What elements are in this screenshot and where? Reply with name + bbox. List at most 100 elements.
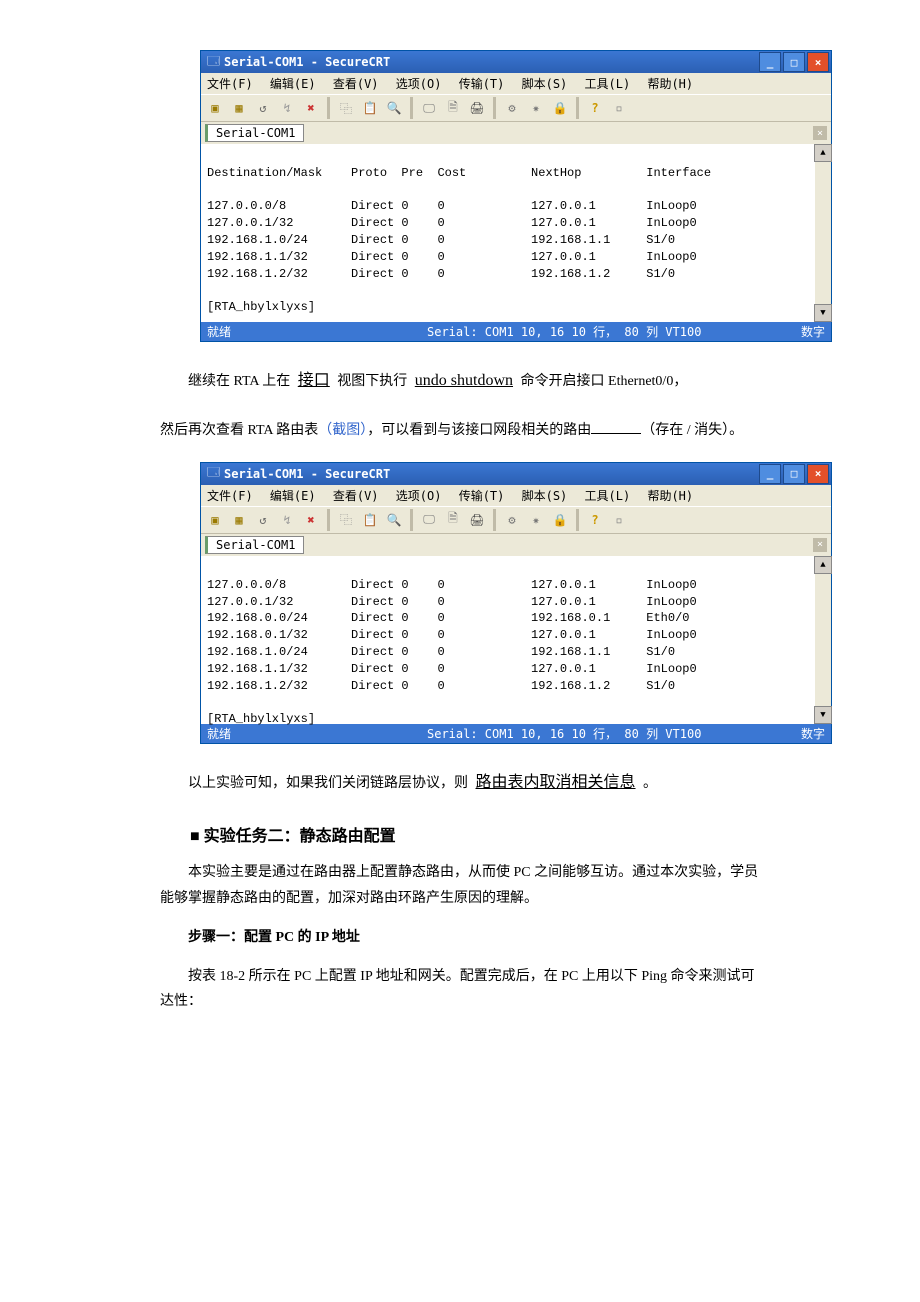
task-2-p1: 本实验主要是通过在路由器上配置静态路由，从而使 PC 之间能够互访。通过本次实验… xyxy=(160,860,760,910)
fill-in-3: 路由表内取消相关信息 xyxy=(472,774,640,791)
print-icon[interactable]: 🖨 xyxy=(467,98,487,118)
text: 视图下执行 xyxy=(337,374,407,389)
maximize-button[interactable]: □ xyxy=(783,52,805,72)
terminal-line: 192.168.1.1/32 Direct 0 0 127.0.0.1 InLo… xyxy=(207,662,697,676)
terminal-output[interactable]: 127.0.0.0/8 Direct 0 0 127.0.0.1 InLoop0… xyxy=(201,556,831,724)
titlebar[interactable]: 🗔 Serial-COM1 - SecureCRT _ □ × xyxy=(201,463,831,485)
separator-icon xyxy=(576,97,579,119)
help-icon[interactable]: ? xyxy=(585,510,605,530)
separator-icon xyxy=(410,509,413,531)
scroll-down-icon[interactable]: ▼ xyxy=(814,706,832,724)
text: （存在 / 消失）。 xyxy=(641,423,743,438)
session-tab[interactable]: Serial-COM1 xyxy=(205,124,304,142)
securecrt-window-2: 🗔 Serial-COM1 - SecureCRT _ □ × 文件(F) 编辑… xyxy=(200,462,832,744)
blank-field xyxy=(591,419,641,434)
log-icon[interactable]: 🗎 xyxy=(443,510,463,530)
menu-options[interactable]: 选项(O) xyxy=(396,489,442,503)
menu-transfer[interactable]: 传输(T) xyxy=(459,77,505,91)
text: 。 xyxy=(643,776,657,791)
menu-file[interactable]: 文件(F) xyxy=(207,77,253,91)
menu-view[interactable]: 查看(V) xyxy=(333,489,379,503)
print-icon[interactable]: 🖨 xyxy=(467,510,487,530)
connect-icon[interactable]: ▣ xyxy=(205,510,225,530)
terminal-line: 192.168.1.2/32 Direct 0 0 192.168.1.2 S1… xyxy=(207,267,675,281)
find-icon[interactable]: 🔍 xyxy=(384,98,404,118)
stop-icon[interactable]: ✖ xyxy=(301,510,321,530)
options-icon[interactable]: ⚙ xyxy=(502,98,522,118)
menu-edit[interactable]: 编辑(E) xyxy=(270,489,316,503)
tab-close-icon[interactable]: × xyxy=(813,126,827,140)
lock-icon[interactable]: 🔒 xyxy=(550,98,570,118)
titlebar[interactable]: 🗔 Serial-COM1 - SecureCRT _ □ × xyxy=(201,51,831,73)
copy-icon[interactable]: ⿻ xyxy=(336,98,356,118)
session-icon[interactable]: 🖵 xyxy=(419,510,439,530)
lock-icon[interactable]: 🔒 xyxy=(550,510,570,530)
statusbar: 就绪 Serial: COM1 10, 16 10 行， 80 列 VT100 … xyxy=(201,322,831,341)
toolbar: ▣ ▦ ↺ ↯ ✖ ⿻ 📋 🔍 🖵 🗎 🖨 ⚙ ✷ 🔒 ? ▫ xyxy=(201,506,831,534)
terminal-line: 127.0.0.0/8 Direct 0 0 127.0.0.1 InLoop0 xyxy=(207,578,697,592)
terminal-line: 192.168.0.1/32 Direct 0 0 127.0.0.1 InLo… xyxy=(207,628,697,642)
settings-icon[interactable]: ✷ xyxy=(526,510,546,530)
menu-transfer[interactable]: 传输(T) xyxy=(459,489,505,503)
window-title: Serial-COM1 - SecureCRT xyxy=(224,467,759,481)
terminal-output[interactable]: Destination/Mask Proto Pre Cost NextHop … xyxy=(201,144,831,322)
connect-icon[interactable]: ▣ xyxy=(205,98,225,118)
scrollbar[interactable]: ▲ ▼ xyxy=(815,144,831,322)
text: ，可以看到与该接口网段相关的路由 xyxy=(367,423,591,438)
menu-script[interactable]: 脚本(S) xyxy=(522,77,568,91)
paste-icon[interactable]: 📋 xyxy=(360,510,380,530)
menu-tools[interactable]: 工具(L) xyxy=(585,489,631,503)
about-icon[interactable]: ▫ xyxy=(609,98,629,118)
tab-close-icon[interactable]: × xyxy=(813,538,827,552)
menu-options[interactable]: 选项(O) xyxy=(396,77,442,91)
help-icon[interactable]: ? xyxy=(585,98,605,118)
scrollbar[interactable]: ▲ ▼ xyxy=(815,556,831,724)
minimize-button[interactable]: _ xyxy=(759,464,781,484)
quick-connect-icon[interactable]: ▦ xyxy=(229,98,249,118)
task-2-heading: ■ 实验任务二：静态路由配置 xyxy=(190,822,760,846)
menu-tools[interactable]: 工具(L) xyxy=(585,77,631,91)
quick-connect-icon[interactable]: ▦ xyxy=(229,510,249,530)
terminal-line: 192.168.1.0/24 Direct 0 0 192.168.1.1 S1… xyxy=(207,233,675,247)
settings-icon[interactable]: ✷ xyxy=(526,98,546,118)
menu-help[interactable]: 帮助(H) xyxy=(647,77,693,91)
separator-icon xyxy=(327,97,330,119)
stop-icon[interactable]: ✖ xyxy=(301,98,321,118)
screenshot-note: （截图） xyxy=(318,423,367,438)
disconnect-icon[interactable]: ↯ xyxy=(277,98,297,118)
reconnect-icon[interactable]: ↺ xyxy=(253,98,273,118)
menu-script[interactable]: 脚本(S) xyxy=(522,489,568,503)
menu-edit[interactable]: 编辑(E) xyxy=(270,77,316,91)
reconnect-icon[interactable]: ↺ xyxy=(253,510,273,530)
disconnect-icon[interactable]: ↯ xyxy=(277,510,297,530)
find-icon[interactable]: 🔍 xyxy=(384,510,404,530)
close-button[interactable]: × xyxy=(807,464,829,484)
scroll-up-icon[interactable]: ▲ xyxy=(814,144,832,162)
status-info: Serial: COM1 10, 16 10 行， 80 列 VT100 xyxy=(427,725,781,742)
paste-icon[interactable]: 📋 xyxy=(360,98,380,118)
options-icon[interactable]: ⚙ xyxy=(502,510,522,530)
minimize-button[interactable]: _ xyxy=(759,52,781,72)
separator-icon xyxy=(327,509,330,531)
separator-icon xyxy=(576,509,579,531)
scroll-up-icon[interactable]: ▲ xyxy=(814,556,832,574)
maximize-button[interactable]: □ xyxy=(783,464,805,484)
text: 以上实验可知，如果我们关闭链路层协议，则 xyxy=(188,776,468,791)
terminal-line: 127.0.0.1/32 Direct 0 0 127.0.0.1 InLoop… xyxy=(207,595,697,609)
close-button[interactable]: × xyxy=(807,52,829,72)
session-icon[interactable]: 🖵 xyxy=(419,98,439,118)
text: 继续在 RTA 上在 xyxy=(188,374,290,389)
separator-icon xyxy=(493,509,496,531)
terminal-line: [RTA_hbylxlyxs] xyxy=(207,300,315,314)
terminal-line: 192.168.1.2/32 Direct 0 0 192.168.1.2 S1… xyxy=(207,679,675,693)
log-icon[interactable]: 🗎 xyxy=(443,98,463,118)
paragraph-1b: 然后再次查看 RTA 路由表（截图），可以看到与该接口网段相关的路由（存在 / … xyxy=(160,414,760,448)
menu-help[interactable]: 帮助(H) xyxy=(647,489,693,503)
securecrt-window-1: 🗔 Serial-COM1 - SecureCRT _ □ × 文件(F) 编辑… xyxy=(200,50,832,342)
scroll-down-icon[interactable]: ▼ xyxy=(814,304,832,322)
menu-file[interactable]: 文件(F) xyxy=(207,489,253,503)
session-tab[interactable]: Serial-COM1 xyxy=(205,536,304,554)
about-icon[interactable]: ▫ xyxy=(609,510,629,530)
copy-icon[interactable]: ⿻ xyxy=(336,510,356,530)
menu-view[interactable]: 查看(V) xyxy=(333,77,379,91)
